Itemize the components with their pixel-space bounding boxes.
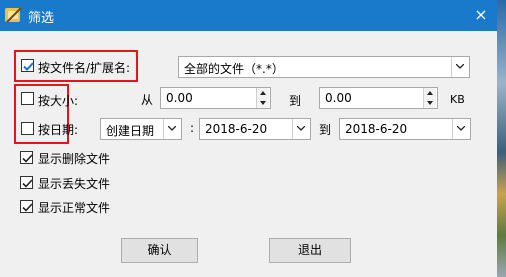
exit-button[interactable]: 退出 [269,238,351,263]
date-from-picker[interactable]: 2018-6-20 [199,118,311,140]
chevron-down-icon[interactable] [163,119,181,139]
by-name-label: 按文件名/扩展名: [38,61,131,75]
show-deleted-checkbox[interactable] [20,151,33,164]
file-type-value: 全部的文件（*.*） [184,62,284,76]
show-deleted-label: 显示删除文件 [38,152,111,166]
window-title: 筛选 [28,11,55,26]
chevron-down-icon[interactable] [451,57,469,77]
size-unit: KB [450,93,465,106]
show-lost-label: 显示丢失文件 [38,177,111,191]
chevron-down-icon[interactable] [452,119,470,139]
chevron-down-icon[interactable] [292,119,310,139]
spin-down-icon[interactable] [424,98,436,108]
date-to-label: 到 [319,123,332,137]
by-name-checkbox[interactable] [21,59,34,72]
date-separator: : [190,121,195,135]
app-icon [4,5,24,25]
date-from-value: 2018-6-20 [205,122,268,136]
date-type-value: 创建日期 [106,124,155,138]
title-bar[interactable]: 筛选 × [0,0,497,31]
date-to-picker[interactable]: 2018-6-20 [339,118,471,140]
size-to-label: 到 [289,94,302,108]
size-to-input[interactable]: 0.00 [319,87,438,109]
background-window-edge [497,0,506,277]
filter-dialog: 筛选 × 按文件名/扩展名: 全部的文件（*.*） 按大小: 从 0.00 到 … [0,0,497,277]
by-size-label: 按大小: [38,94,79,108]
by-size-checkbox[interactable] [21,92,34,105]
show-normal-label: 显示正常文件 [38,201,111,215]
file-type-select[interactable]: 全部的文件（*.*） [178,56,470,78]
close-icon[interactable]: × [470,4,492,26]
spin-down-icon[interactable] [257,98,269,108]
show-lost-checkbox[interactable] [20,176,33,189]
date-type-select[interactable]: 创建日期 [100,118,182,140]
size-from-value: 0.00 [166,91,193,105]
by-date-checkbox[interactable] [21,122,34,135]
date-to-value: 2018-6-20 [345,122,408,136]
show-normal-checkbox[interactable] [20,200,33,213]
size-from-label: 从 [141,93,154,107]
size-from-input[interactable]: 0.00 [160,87,271,109]
size-to-value: 0.00 [325,91,352,105]
by-date-label: 按日期: [38,123,79,137]
ok-button[interactable]: 确认 [121,238,198,263]
